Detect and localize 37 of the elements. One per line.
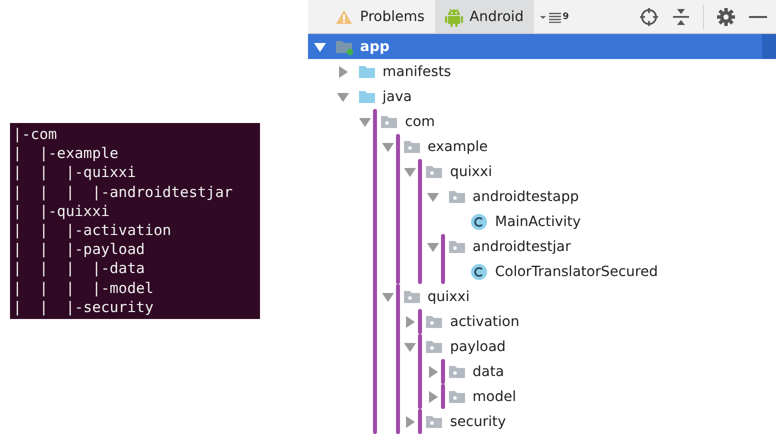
android-icon <box>444 6 463 26</box>
tree-item[interactable]: ColorTranslatorSecured <box>447 259 776 284</box>
view-options-button[interactable]: 9 <box>534 0 575 33</box>
terminal-line: | | |-payload <box>13 240 146 260</box>
tab[interactable]: Android <box>434 0 534 33</box>
tree-item[interactable]: example <box>380 134 776 159</box>
tree-item[interactable]: security <box>402 409 776 434</box>
tree-item[interactable]: quixxi <box>402 159 776 184</box>
collapse-icon[interactable] <box>671 6 691 26</box>
crosshair-icon[interactable] <box>639 6 659 26</box>
terminal-line: |-com <box>13 125 58 144</box>
terminal-line: | |-example <box>13 144 120 164</box>
class-icon <box>470 262 488 280</box>
tree-item[interactable]: data <box>424 359 776 384</box>
terminal-line: | | |-security <box>13 298 155 318</box>
tree-item[interactable]: manifests <box>334 59 776 84</box>
tree-item[interactable]: quixxi <box>380 284 776 309</box>
tab[interactable]: Problems <box>325 0 435 33</box>
tree-item[interactable]: MainActivity <box>447 209 776 234</box>
tree-item[interactable]: androidtestjar <box>424 234 776 259</box>
tree-item[interactable]: activation <box>402 309 776 334</box>
tree-item[interactable]: app <box>308 34 776 59</box>
tree-item[interactable]: androidtestapp <box>424 184 776 209</box>
settings-icon[interactable] <box>716 6 736 26</box>
list-icon <box>540 10 562 22</box>
warning-icon <box>335 8 353 24</box>
tree-item[interactable]: model <box>424 384 776 409</box>
terminal-line: | | | |-data <box>13 259 146 279</box>
tree-item[interactable]: com <box>357 109 776 134</box>
terminal-line: | | |-quixxi <box>13 163 138 183</box>
terminal-line: | |-quixxi <box>13 202 111 222</box>
terminal-line: | | | |-model <box>13 278 155 298</box>
class-icon <box>470 212 488 230</box>
terminal-line: | | | |-androidtestjar <box>13 182 234 202</box>
terminal-line: | | |-activation <box>13 221 172 240</box>
tree-item[interactable]: java <box>334 84 776 109</box>
tree-item[interactable]: payload <box>402 334 776 359</box>
